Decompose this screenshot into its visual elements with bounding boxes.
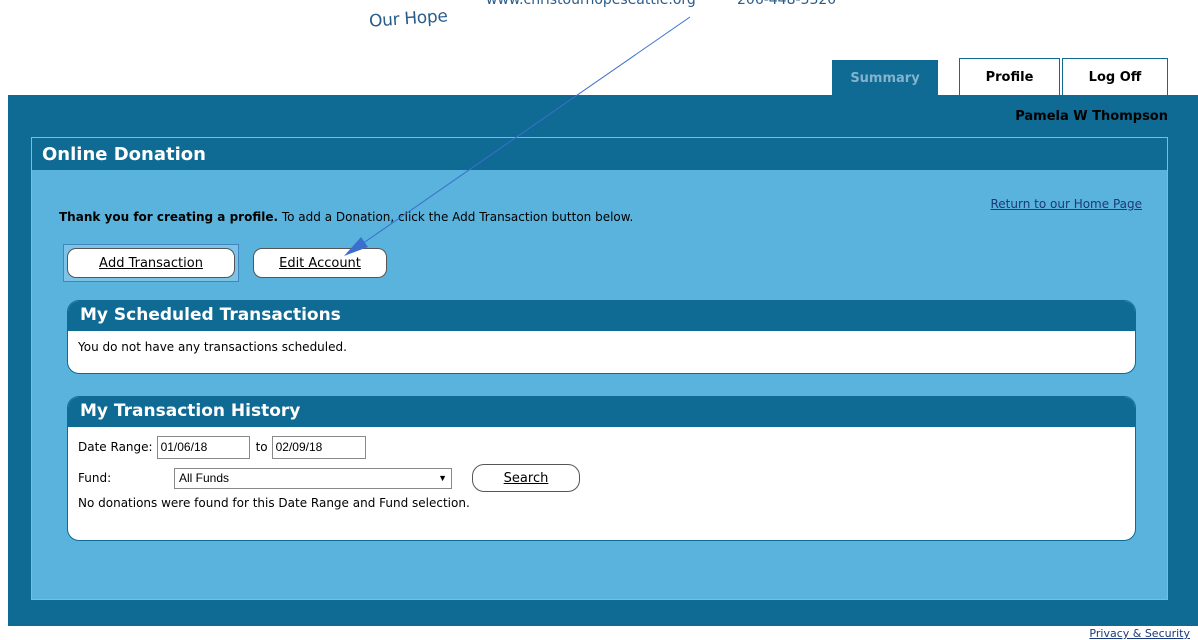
fund-label: Fund: xyxy=(78,471,112,485)
edit-account-wrap: Edit Account xyxy=(250,245,390,281)
date-range-label: Date Range: xyxy=(78,440,153,454)
panel-title: Online Donation xyxy=(32,138,1167,170)
thanks-bold: Thank you for creating a profile. xyxy=(59,210,279,224)
fund-selected-value: All Funds xyxy=(179,471,230,485)
edit-account-button[interactable]: Edit Account xyxy=(253,248,387,278)
website-text: www.christourhopeseattle.org xyxy=(486,0,696,8)
tab-profile[interactable]: Profile xyxy=(959,58,1060,96)
thanks-rest: To add a Donation, click the Add Transac… xyxy=(278,210,634,224)
edit-account-key: E xyxy=(279,255,288,271)
logo-text: Our Hope xyxy=(368,6,449,32)
history-message: No donations were found for this Date Ra… xyxy=(78,496,470,510)
scheduled-transactions-box: My Scheduled Transactions You do not hav… xyxy=(67,300,1136,374)
scheduled-title: My Scheduled Transactions xyxy=(68,301,1135,331)
add-transaction-button[interactable]: Add Transaction xyxy=(67,248,235,278)
scheduled-message: You do not have any transactions schedul… xyxy=(78,340,347,354)
fund-select[interactable]: All Funds ▼ xyxy=(174,467,452,489)
chevron-down-icon: ▼ xyxy=(438,473,447,483)
thanks-message: Thank you for creating a profile. To add… xyxy=(59,210,633,224)
search-key: S xyxy=(503,470,512,486)
transaction-history-box: My Transaction History Date Range: to Fu… xyxy=(67,396,1136,541)
date-to-input[interactable] xyxy=(271,435,366,459)
online-donation-panel: Online Donation Return to our Home Page … xyxy=(31,137,1168,600)
search-label: earch xyxy=(511,470,549,486)
to-label: to xyxy=(255,440,268,454)
edit-account-label: dit Account xyxy=(287,255,361,271)
add-transaction-focus: Add Transaction xyxy=(63,244,239,282)
user-name: Pamela W Thompson xyxy=(1015,109,1168,124)
tab-summary[interactable]: Summary xyxy=(832,60,938,96)
add-transaction-label: dd Transaction xyxy=(107,255,203,271)
privacy-security-link[interactable]: Privacy & Security xyxy=(1089,627,1190,640)
history-title: My Transaction History xyxy=(68,397,1135,427)
date-from-input[interactable] xyxy=(156,435,250,459)
search-button[interactable]: Search xyxy=(472,464,580,492)
add-transaction-key: A xyxy=(99,255,108,271)
tab-log-off[interactable]: Log Off xyxy=(1062,58,1168,96)
phone-text: 206-448-3320 xyxy=(737,0,837,8)
home-page-link[interactable]: Return to our Home Page xyxy=(991,197,1143,211)
